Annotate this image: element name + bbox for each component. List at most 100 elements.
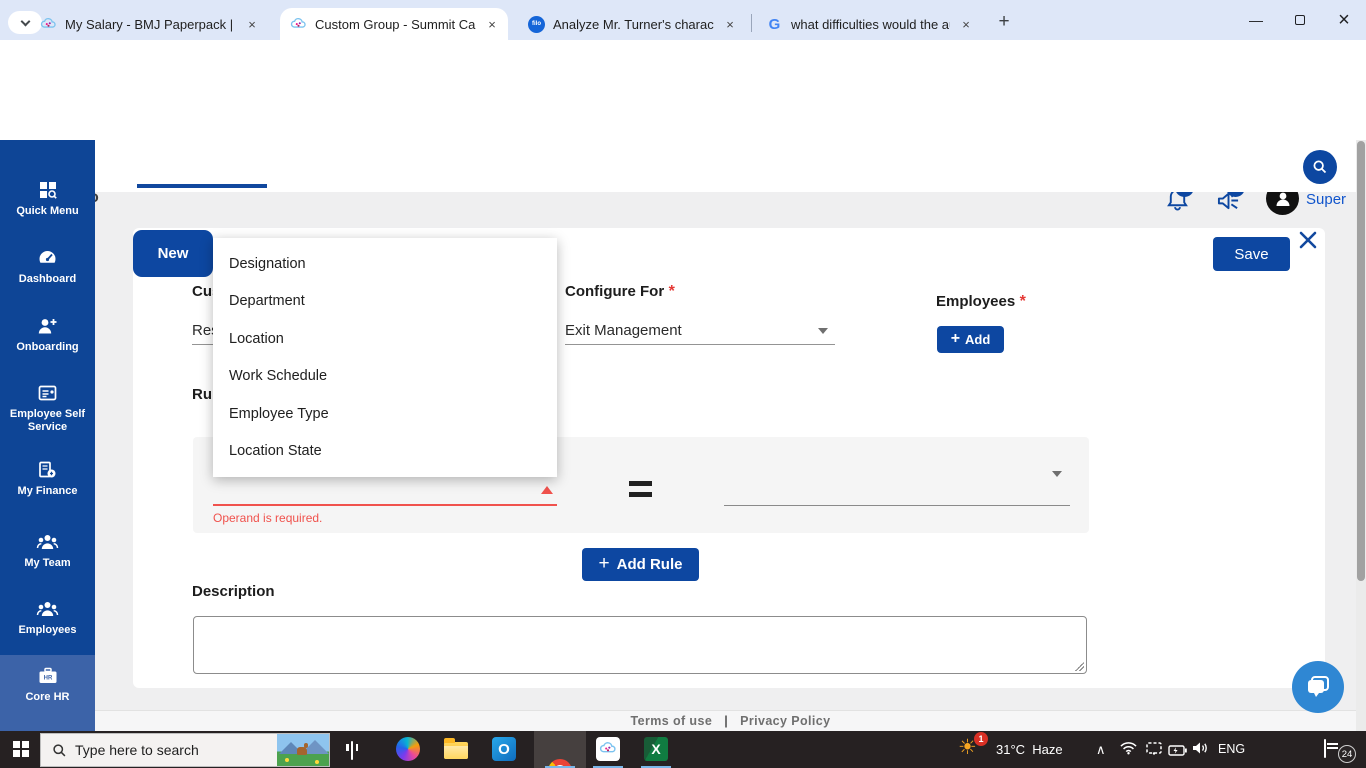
- terms-link[interactable]: Terms of use: [631, 714, 713, 728]
- close-tab-icon[interactable]: ×: [958, 17, 974, 32]
- dropdown-option-employee-type[interactable]: Employee Type: [213, 395, 557, 433]
- screen: My Salary - BMJ Paperpack | HR × Custom …: [0, 0, 1366, 768]
- sidebar-item-my-finance[interactable]: My Finance: [0, 460, 95, 498]
- configure-for-select-value[interactable]: Exit Management: [565, 322, 682, 339]
- footer-divider: |: [724, 714, 728, 728]
- search-icon: [1312, 159, 1328, 175]
- tray-expand-caret-icon[interactable]: ∧: [1096, 742, 1106, 758]
- core-hr-briefcase-icon: HR: [37, 666, 59, 686]
- value-select-underline: [724, 505, 1070, 506]
- configure-for-caret-icon[interactable]: [818, 328, 828, 334]
- team-icon: [36, 532, 59, 552]
- windows-taskbar: Type here to search O X ☀ 31°C Haze ∧: [0, 731, 1366, 768]
- tab-title: Custom Group - Summit Capita: [315, 17, 476, 32]
- save-button[interactable]: Save: [1213, 237, 1290, 271]
- outlook-icon[interactable]: O: [492, 737, 516, 761]
- chat-bubble-icon: [1305, 675, 1331, 699]
- operand-caret-up-icon[interactable]: [541, 486, 553, 494]
- filo-favicon-icon: filo: [528, 16, 545, 33]
- window-minimize-button[interactable]: —: [1234, 0, 1278, 40]
- google-favicon-icon: G: [766, 16, 783, 33]
- close-tab-icon[interactable]: ×: [722, 17, 738, 32]
- value-select[interactable]: [724, 460, 1070, 505]
- hrapp-favicon-icon: [40, 16, 57, 33]
- weather-temperature[interactable]: 31°C Haze: [996, 742, 1063, 757]
- hrapp-favicon-icon: [290, 16, 307, 33]
- sidebar: Quick Menu Dashboard Onboarding Employee…: [0, 140, 95, 731]
- sidebar-item-quick-menu[interactable]: Quick Menu: [0, 180, 95, 218]
- dashboard-icon: [37, 248, 58, 268]
- employees-label-wrap: Employees *: [936, 293, 1026, 311]
- file-explorer-icon[interactable]: [444, 742, 468, 759]
- value-select-caret-icon[interactable]: [1052, 471, 1062, 477]
- resize-grip[interactable]: [1075, 662, 1084, 671]
- wifi-icon[interactable]: [1120, 741, 1137, 760]
- taskbar-search-placeholder: Type here to search: [75, 742, 277, 758]
- privacy-link[interactable]: Privacy Policy: [740, 714, 830, 728]
- dropdown-option-designation[interactable]: Designation: [213, 245, 557, 283]
- new-tab-button[interactable]: +: [992, 10, 1016, 34]
- window-maximize-button[interactable]: [1278, 0, 1322, 40]
- finance-icon: [37, 460, 58, 480]
- new-badge: New: [133, 230, 213, 277]
- browser-urlbar: ← → ↻ inddemo.hrapp.co/in/core-hr/custom…: [0, 40, 1366, 85]
- sidebar-item-employees[interactable]: Employees: [0, 599, 95, 637]
- sidebar-item-dashboard[interactable]: Dashboard: [0, 248, 95, 286]
- copilot-icon[interactable]: [396, 737, 420, 761]
- taskbar-search-box[interactable]: Type here to search: [40, 733, 330, 767]
- sidebar-item-core-hr[interactable]: HR Core HR: [0, 666, 95, 704]
- sidebar-item-onboarding[interactable]: Onboarding: [0, 316, 95, 354]
- employees-label: Employees: [936, 293, 1015, 310]
- task-view-icon[interactable]: [351, 742, 353, 760]
- hrapp-taskbar-icon[interactable]: [596, 737, 620, 761]
- quick-menu-icon: [38, 180, 58, 200]
- excel-icon[interactable]: X: [644, 737, 668, 761]
- sidebar-item-my-team[interactable]: My Team: [0, 532, 95, 570]
- add-rule-label: Add Rule: [617, 556, 683, 573]
- tab-title: Analyze Mr. Turner's character a: [553, 17, 714, 32]
- dropdown-option-work-schedule[interactable]: Work Schedule: [213, 358, 557, 396]
- tab-separator: [751, 14, 752, 32]
- add-label: Add: [965, 332, 990, 347]
- close-tab-icon[interactable]: ×: [484, 17, 500, 32]
- chevron-down-icon: [20, 16, 30, 26]
- maximize-icon: [1295, 15, 1305, 25]
- browser-tabstrip: My Salary - BMJ Paperpack | HR × Custom …: [0, 0, 1366, 40]
- description-textarea[interactable]: [193, 616, 1087, 674]
- battery-icon[interactable]: [1168, 743, 1187, 761]
- browser-tab-2-active[interactable]: Custom Group - Summit Capita ×: [280, 8, 508, 40]
- page-tab-bar: Custom Group Holidays Document Subtype: [95, 140, 1366, 192]
- browser-tab-1[interactable]: My Salary - BMJ Paperpack | HR ×: [30, 8, 268, 40]
- user-name[interactable]: Super: [1306, 191, 1346, 208]
- page-scrollbar-thumb[interactable]: [1357, 141, 1365, 581]
- notification-count-badge: 24: [1338, 745, 1356, 763]
- weather-alert-badge: 1: [974, 732, 988, 746]
- volume-icon[interactable]: [1192, 741, 1208, 760]
- operand-dropdown-menu: Designation Department Location Work Sch…: [213, 238, 557, 477]
- equals-operator: [629, 481, 652, 497]
- dropdown-option-department[interactable]: Department: [213, 283, 557, 321]
- search-highlight-image[interactable]: [277, 734, 329, 766]
- weather-condition: Haze: [1032, 742, 1062, 757]
- language-indicator[interactable]: ENG: [1218, 742, 1245, 756]
- dropdown-option-location[interactable]: Location: [213, 320, 557, 358]
- notification-center-icon[interactable]: [1324, 740, 1326, 758]
- page-search-button[interactable]: [1303, 150, 1337, 184]
- sidebar-item-employee-self-service[interactable]: Employee Self Service: [0, 383, 95, 434]
- search-icon: [52, 743, 67, 758]
- add-employees-button[interactable]: + Add: [937, 326, 1004, 353]
- window-close-button[interactable]: ×: [1322, 0, 1366, 40]
- start-button-icon[interactable]: [13, 741, 29, 757]
- browser-tab-3[interactable]: filo Analyze Mr. Turner's character a ×: [518, 8, 746, 40]
- close-form-icon[interactable]: [1297, 229, 1321, 253]
- close-tab-icon[interactable]: ×: [244, 17, 260, 32]
- dropdown-option-location-state[interactable]: Location State: [213, 433, 557, 471]
- id-card-icon: [37, 383, 58, 403]
- active-tab-underline: [137, 184, 267, 188]
- chat-widget-button[interactable]: [1292, 661, 1344, 713]
- browser-tab-4[interactable]: G what difficulties would the auth ×: [756, 8, 982, 40]
- employees-icon: [36, 599, 59, 619]
- add-rule-button[interactable]: + Add Rule: [582, 548, 699, 581]
- cast-screen-icon[interactable]: [1146, 742, 1162, 760]
- description-label: Description: [192, 583, 275, 600]
